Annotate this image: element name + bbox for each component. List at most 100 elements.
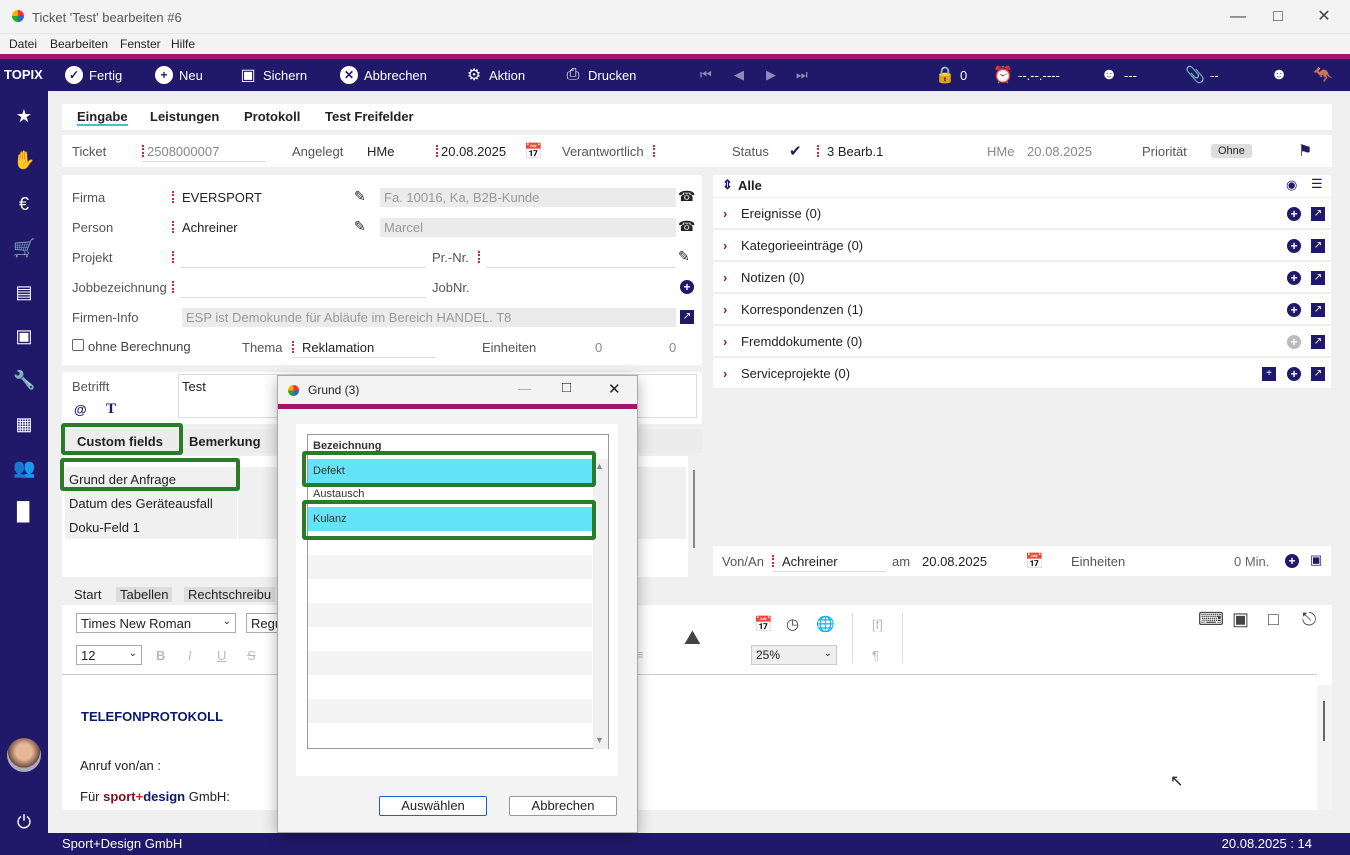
save-icon[interactable]: ▣ bbox=[1310, 552, 1322, 568]
right-panel-row[interactable]: › Fremddokumente (0) + ↗ bbox=[713, 326, 1331, 357]
warehouse-icon[interactable]: ▤ bbox=[13, 281, 35, 303]
eye-icon[interactable]: ◉ bbox=[1286, 177, 1297, 193]
open-icon[interactable]: ↗ bbox=[1311, 367, 1325, 381]
filter-label[interactable]: Alle bbox=[738, 178, 762, 193]
wrench-icon[interactable]: 🔧 bbox=[13, 369, 35, 391]
last-record-icon[interactable]: ⏭ bbox=[796, 65, 808, 85]
editor-tab-tabellen[interactable]: Tabellen bbox=[116, 587, 173, 602]
tab-protokoll[interactable]: Protokoll bbox=[244, 109, 300, 124]
zoom-select[interactable]: 25% ⌄ bbox=[751, 645, 837, 665]
abbrechen-button[interactable]: ✕ Abbrechen bbox=[340, 65, 427, 85]
bold-icon[interactable]: B bbox=[156, 648, 165, 663]
tab-test-freifelder[interactable]: Test Freifelder bbox=[325, 109, 414, 124]
open-icon[interactable]: ↗ bbox=[1311, 303, 1325, 317]
add-icon[interactable]: + bbox=[1287, 239, 1301, 253]
open-external-icon[interactable]: ↗ bbox=[680, 310, 694, 324]
abbrechen-button[interactable]: Abbrechen bbox=[509, 796, 617, 816]
menu-datei[interactable]: Datei bbox=[9, 37, 37, 51]
archive-icon[interactable]: ▣ bbox=[13, 325, 35, 347]
auswaehlen-button[interactable]: Auswählen bbox=[379, 796, 487, 816]
menu-bearbeiten[interactable]: Bearbeiten bbox=[50, 37, 108, 51]
am-value[interactable]: 20.08.2025 bbox=[922, 554, 987, 569]
font-size-select[interactable]: 12 ⌄ bbox=[76, 645, 142, 665]
timer-indicator[interactable]: ⏰ --.--.---- bbox=[993, 65, 1060, 85]
add-icon[interactable]: + bbox=[1287, 335, 1301, 349]
lock-indicator[interactable]: 🔒 0 bbox=[935, 65, 967, 85]
insert-text-icon[interactable]: ⌨ bbox=[1198, 609, 1224, 630]
phone-icon[interactable]: ☎ bbox=[678, 218, 695, 235]
fertig-button[interactable]: ✓ Fertig bbox=[65, 65, 122, 85]
text-format-icon[interactable]: T bbox=[106, 401, 116, 418]
handshake-icon[interactable]: ✋ bbox=[13, 149, 35, 171]
menu-fenster[interactable]: Fenster bbox=[120, 37, 161, 51]
add-icon[interactable]: + bbox=[1287, 207, 1301, 221]
invoice-icon[interactable]: € bbox=[13, 193, 35, 215]
chart-icon[interactable]: ▉ bbox=[13, 501, 35, 523]
custom-field-row[interactable]: Datum des Geräteausfall bbox=[65, 491, 237, 515]
minimize-icon[interactable]: — bbox=[1228, 8, 1248, 26]
phone-icon[interactable]: ☎ bbox=[678, 188, 695, 205]
cart-icon[interactable]: 🛒 bbox=[13, 237, 35, 259]
ohne-berechnung-checkbox[interactable] bbox=[72, 339, 84, 351]
pencil-icon[interactable]: ✎ bbox=[354, 188, 366, 205]
maximize-icon[interactable]: □ bbox=[1268, 8, 1288, 26]
right-panel-row[interactable]: › Ereignisse (0) + ↗ bbox=[713, 198, 1331, 229]
einheiten-b[interactable]: 0 bbox=[669, 340, 676, 355]
editor-tab-rechtschreibung[interactable]: Rechtschreibu bbox=[184, 587, 276, 602]
status-check-icon[interactable]: ✔ bbox=[789, 142, 802, 160]
neu-button[interactable]: + Neu bbox=[155, 65, 203, 85]
underline-icon[interactable]: U bbox=[217, 648, 226, 663]
add-icon[interactable]: + bbox=[1285, 554, 1299, 568]
prioritaet-badge[interactable]: Ohne bbox=[1211, 144, 1252, 158]
paragraph-icon[interactable]: ¶ bbox=[872, 648, 879, 663]
pencil-icon[interactable]: ✎ bbox=[678, 248, 690, 265]
sichern-button[interactable]: ▣ Sichern bbox=[239, 65, 307, 85]
open-icon[interactable]: ↗ bbox=[1311, 335, 1325, 349]
editor-scroll-thumb[interactable] bbox=[1323, 701, 1325, 741]
pencil-icon[interactable]: ✎ bbox=[354, 218, 366, 235]
right-panel-row[interactable]: › Notizen (0) + ↗ bbox=[713, 262, 1331, 293]
angelegt-user[interactable]: HMe bbox=[367, 144, 394, 159]
prev-record-icon[interactable]: ◀ bbox=[734, 65, 744, 85]
sort-icon[interactable]: ⇕ bbox=[722, 177, 733, 193]
strike-icon[interactable]: S bbox=[247, 648, 256, 663]
status-value[interactable]: 3 Bearb.1 bbox=[827, 144, 883, 159]
right-panel-row[interactable]: › Kategorieeinträge (0) + ↗ bbox=[713, 230, 1331, 261]
avatar[interactable] bbox=[7, 738, 41, 772]
next-record-icon[interactable]: ▶ bbox=[766, 65, 776, 85]
add-icon[interactable]: + bbox=[1287, 367, 1301, 381]
dashboard-icon[interactable]: ▦ bbox=[13, 413, 35, 435]
add-icon[interactable]: + bbox=[1287, 303, 1301, 317]
einheiten-a[interactable]: 0 bbox=[595, 340, 602, 355]
image-icon[interactable]: ⛰ bbox=[684, 627, 701, 650]
user-indicator[interactable]: ☻ --- bbox=[1100, 65, 1137, 85]
open-icon[interactable]: ↗ bbox=[1311, 271, 1325, 285]
vonan-value[interactable]: Achreiner bbox=[782, 554, 838, 569]
close-icon[interactable]: ✕ bbox=[608, 380, 621, 398]
minimize-icon[interactable]: — bbox=[518, 381, 531, 396]
attachment-indicator[interactable]: 📎 -- bbox=[1185, 65, 1219, 85]
add-jobnr-icon[interactable]: + bbox=[680, 280, 694, 294]
scroll-down-icon[interactable]: ▼ bbox=[595, 735, 604, 745]
thema-value[interactable]: Reklamation bbox=[302, 340, 374, 355]
globe-icon[interactable]: 🌐 bbox=[816, 615, 835, 633]
clock-icon[interactable]: ◷ bbox=[786, 615, 799, 633]
calendar-icon[interactable]: 📅 bbox=[754, 615, 773, 633]
kangaroo-button[interactable]: 🦘 bbox=[1313, 65, 1333, 85]
at-icon[interactable]: @ bbox=[74, 402, 87, 417]
menu-hilfe[interactable]: Hilfe bbox=[171, 37, 195, 51]
aktion-button[interactable]: ⚙ Aktion bbox=[465, 65, 525, 85]
calendar-icon[interactable]: 📅 bbox=[1025, 552, 1044, 570]
new-project-icon[interactable]: + bbox=[1262, 367, 1276, 381]
right-panel-row[interactable]: › Korrespondenzen (1) + ↗ bbox=[713, 294, 1331, 325]
vonan-einheiten-value[interactable]: 0 Min. bbox=[1234, 554, 1269, 569]
insert-image-icon[interactable]: ▣ bbox=[1232, 609, 1249, 630]
scroll-up-icon[interactable]: ▲ bbox=[595, 461, 604, 471]
insert-field-icon[interactable]: ⎋ bbox=[1302, 609, 1316, 630]
flag-icon[interactable]: ⚑ bbox=[1298, 141, 1312, 161]
custom-fields-scrollbar[interactable] bbox=[693, 470, 695, 548]
star-icon[interactable]: ★ bbox=[13, 105, 35, 127]
tab-eingabe[interactable]: Eingabe bbox=[77, 109, 128, 126]
custom-field-row[interactable]: Doku-Feld 1 bbox=[65, 515, 237, 539]
insert-shape-icon[interactable]: □ bbox=[1268, 609, 1279, 630]
